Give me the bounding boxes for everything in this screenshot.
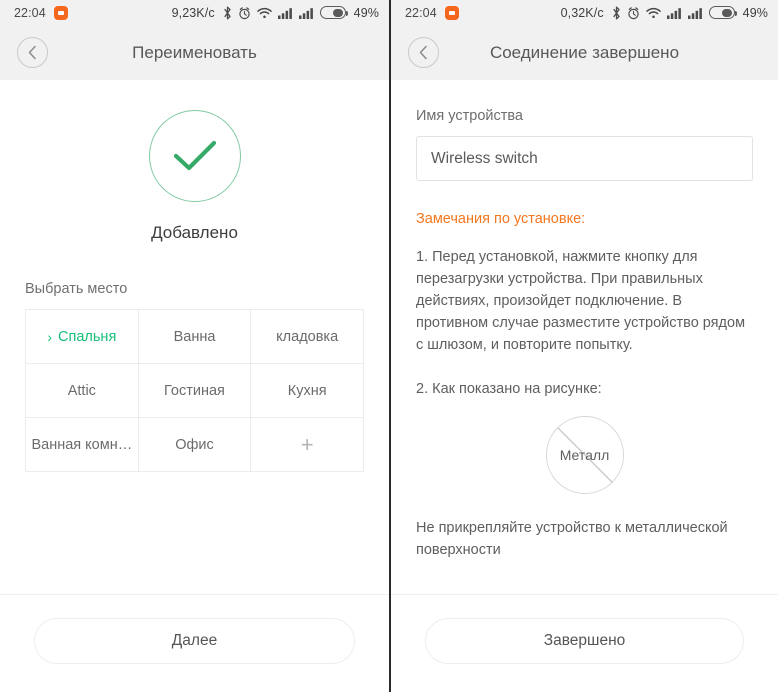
installation-note-1: 1. Перед установкой, нажмите кнопку для …: [416, 249, 746, 354]
bluetooth-icon: [612, 6, 621, 20]
room-cell-label: кладовка: [276, 328, 339, 345]
plus-icon: +: [300, 431, 314, 457]
signal-icon: [666, 7, 682, 19]
bluetooth-icon: [223, 6, 232, 20]
page-title: Переименовать: [132, 42, 257, 62]
add-room-button[interactable]: +: [251, 418, 364, 472]
success-block: Добавлено: [0, 80, 389, 243]
device-name-label: Имя устройства: [416, 108, 523, 124]
alarm-clock-icon: [627, 6, 640, 20]
room-cell-kitchen[interactable]: ›Кухня: [251, 364, 364, 418]
signal-icon: [277, 7, 293, 19]
device-name-input[interactable]: [416, 136, 753, 181]
room-cell-office[interactable]: ›Офис: [138, 418, 252, 472]
battery-percent-label: 49%: [742, 5, 768, 20]
room-cell-storage[interactable]: ›кладовка: [251, 310, 364, 364]
back-button[interactable]: [408, 37, 439, 68]
left-screen: 22:04 9,23K/c 49% Переименовать Добавлен…: [0, 0, 389, 692]
check-circle-icon: [148, 110, 241, 202]
battery-percent-label: 49%: [353, 5, 379, 20]
dual-screenshot-container: 22:04 9,23K/c 49% Переименовать Добавлен…: [0, 0, 778, 692]
status-bar-clock: 22:04: [405, 5, 437, 20]
left-status-bar: 22:04 9,23K/c 49%: [0, 0, 389, 25]
left-title-bar: Переименовать: [0, 25, 389, 80]
right-title-bar: Соединение завершено: [391, 25, 778, 80]
battery-fill: [332, 8, 344, 17]
room-cell-attic[interactable]: ›Attic: [26, 364, 139, 418]
metal-label: Металл: [559, 447, 610, 464]
signal-icon: [298, 7, 314, 19]
room-cell-bathroom[interactable]: ›Ванная комн…: [26, 418, 139, 472]
room-cell-label: Спальня: [58, 328, 117, 345]
back-chevron-icon: [27, 45, 38, 60]
added-status-label: Добавлено: [151, 223, 238, 242]
battery-fill: [721, 8, 733, 17]
room-cell-label: Кухня: [287, 382, 327, 399]
app-notification-icon: [444, 5, 459, 20]
finish-button[interactable]: Завершено: [425, 618, 744, 664]
alarm-clock-icon: [238, 6, 251, 20]
room-cell-living-room[interactable]: ›Гостиная: [138, 364, 252, 418]
signal-icon: [687, 7, 703, 19]
right-footer: Завершено: [391, 594, 778, 692]
selected-chevron-icon: ›: [47, 328, 53, 345]
no-metal-icon: Металл: [545, 416, 624, 495]
network-speed-label: 9,23K/c: [171, 5, 215, 20]
network-speed-label: 0,32K/c: [560, 5, 604, 20]
back-button[interactable]: [17, 37, 48, 68]
room-cell-bedroom[interactable]: › Спальня: [26, 310, 139, 364]
wifi-icon: [256, 7, 272, 19]
room-grid: › Спальня ›Ванна ›кладовка ›Attic ›Гостин…: [25, 309, 364, 472]
page-title: Соединение завершено: [489, 42, 680, 62]
next-button[interactable]: Далее: [34, 618, 355, 664]
choose-place-label: Выбрать место: [25, 281, 128, 297]
left-content: Добавлено Выбрать место › Спальня ›Ванна …: [0, 80, 389, 594]
back-chevron-icon: [418, 45, 429, 60]
right-content: Имя устройства Замечания по установке: 1…: [391, 80, 778, 594]
status-bar-indicators: 9,23K/c 49%: [172, 6, 379, 20]
room-cell-label: Офис: [175, 436, 214, 453]
metal-warning-text: Не прикрепляйте устройство к металлическ…: [416, 520, 728, 558]
room-cell-label: Гостиная: [164, 382, 225, 399]
app-notification-icon: [53, 5, 68, 20]
right-status-bar: 22:04 0,32K/c 49%: [391, 0, 778, 25]
room-cell-label: Ванна: [173, 328, 216, 345]
battery-icon: [708, 6, 738, 19]
room-cell-label: Attic: [67, 382, 96, 399]
no-metal-diagram: Металл: [416, 416, 753, 495]
right-screen: 22:04 0,32K/c 49% Соединение завершено И…: [389, 0, 778, 692]
installation-note-2: 2. Как показано на рисунке:: [416, 381, 602, 398]
battery-icon: [319, 6, 349, 19]
wifi-icon: [645, 7, 661, 19]
room-cell-bath[interactable]: ›Ванна: [138, 310, 252, 364]
left-footer: Далее: [0, 594, 389, 692]
room-cell-label: Ванная комн…: [31, 436, 133, 453]
installation-notes-heading: Замечания по установке:: [416, 211, 586, 227]
status-bar-indicators: 0,32K/c 49%: [561, 6, 768, 20]
status-bar-clock: 22:04: [14, 5, 46, 20]
